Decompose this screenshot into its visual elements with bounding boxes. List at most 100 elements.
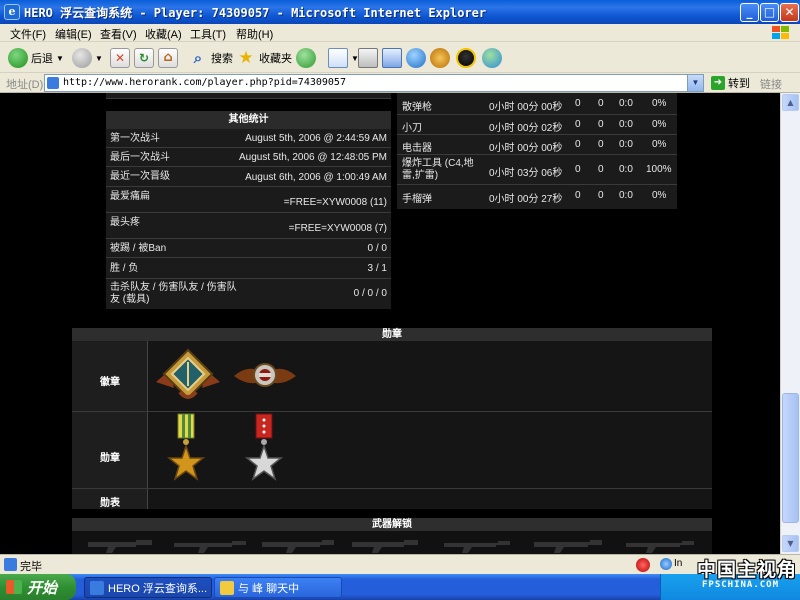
menu-view[interactable]: 查看(V) <box>100 26 137 42</box>
refresh-button[interactable]: ↻ <box>134 47 154 69</box>
internet-zone-icon <box>660 558 672 570</box>
medals-title: 勋章 <box>72 328 712 341</box>
stats-row: 最头疼 =FREE=XYW0008 (7) <box>106 213 391 239</box>
stats-row: 胜 / 负 3 / 1 <box>106 258 391 279</box>
window-title: HERO 浮云查询系统 - Player: 74309057 - Microso… <box>24 6 487 20</box>
taskbar-item-ie[interactable]: HERO 浮云查询系... <box>84 577 212 598</box>
badges-label: 徽章 <box>100 377 120 388</box>
edit-button[interactable] <box>382 47 402 69</box>
home-button[interactable]: ⌂ <box>158 47 178 69</box>
gold-star-medal-icon <box>166 413 206 481</box>
other-stats-title: 其他统计 <box>106 111 391 129</box>
stats-row: 被踢 / 被Ban 0 / 0 <box>106 239 391 258</box>
home-icon: ⌂ <box>158 48 178 68</box>
table-row: 手榴弹 0小时 00分 27秒 0 0 0:0 0% <box>402 190 667 205</box>
print-button[interactable] <box>358 47 378 69</box>
title-bar[interactable]: e HERO 浮云查询系统 - Player: 74309057 - Micro… <box>0 0 800 24</box>
print-icon <box>358 48 378 68</box>
mail-button[interactable]: ▼ <box>328 47 359 69</box>
media-button[interactable] <box>430 47 450 69</box>
weapon-silhouette-icon <box>534 540 602 553</box>
history-button[interactable] <box>296 47 316 69</box>
start-button[interactable]: 开始 <box>0 574 76 600</box>
ie-window: e HERO 浮云查询系统 - Player: 74309057 - Micro… <box>0 0 800 574</box>
badge-wreath-icon <box>234 363 296 387</box>
menu-bar: 文件(F) 编辑(E) 查看(V) 收藏(A) 工具(T) 帮助(H) <box>0 24 800 42</box>
weapon-unlock-section: 武器解锁 <box>72 518 712 554</box>
address-input[interactable]: http://www.herorank.com/player.php?pid=7… <box>44 74 704 92</box>
weapons-table: 散弹枪 0小时 00分 00秒 0 0 0:0 0% 小刀 0小时 00分 02… <box>397 93 677 209</box>
ie-icon <box>90 580 104 595</box>
scroll-up-icon[interactable]: ▲ <box>782 94 799 111</box>
previous-table-fragment <box>106 93 391 99</box>
close-button[interactable]: ✕ <box>780 3 799 22</box>
stats-row: 最爱痛扁 =FREE=XYW0008 (11) <box>106 187 391 213</box>
globe-button[interactable] <box>406 47 426 69</box>
badge-shield-icon <box>156 348 220 400</box>
weapon-silhouette-icon <box>262 540 334 553</box>
ie-icon: e <box>4 4 20 20</box>
weapon-silhouette-icon <box>88 540 152 553</box>
other-stats-panel: 其他统计 第一次战斗 August 5th, 2006 @ 2:44:59 AM… <box>106 111 391 309</box>
table-row: 小刀 0小时 00分 02秒 0 0 0:0 0% <box>397 115 677 135</box>
star-icon: ★ <box>238 48 254 68</box>
menu-file[interactable]: 文件(F) <box>10 26 46 42</box>
medals-label: 勋章 <box>100 453 120 464</box>
menu-edit[interactable]: 编辑(E) <box>55 26 92 42</box>
windows-logo-icon <box>772 26 789 39</box>
taskbar-item-chat[interactable]: 与 峰 聊天中 <box>214 577 342 598</box>
maximize-button[interactable]: □ <box>760 3 779 22</box>
stats-row: 最后一次战斗 August 5th, 2006 @ 12:48:05 PM <box>106 148 391 167</box>
menu-help[interactable]: 帮助(H) <box>236 26 273 42</box>
back-button[interactable]: 后退 ▼ <box>8 47 64 69</box>
table-row: 爆炸工具 (C4,地雷,扩雷) 0小时 03分 06秒 0 0 0:0 100% <box>397 155 677 185</box>
links-button[interactable]: 链接 <box>760 76 782 92</box>
address-bar: 地址(D) http://www.herorank.com/player.php… <box>0 73 800 93</box>
search-icon: ⌕ <box>193 49 203 67</box>
divider <box>72 488 712 489</box>
stats-row: 第一次战斗 August 5th, 2006 @ 2:44:59 AM <box>106 129 391 148</box>
windows-flag-icon <box>6 580 22 594</box>
table-row: 散弹枪 0小时 00分 00秒 0 0 0:0 0% <box>397 93 677 115</box>
menu-tools[interactable]: 工具(T) <box>190 26 226 42</box>
scrollbar-thumb[interactable] <box>782 393 799 523</box>
forward-arrow-icon <box>72 48 92 68</box>
status-bar: 完毕 In <box>0 554 800 574</box>
weapon-silhouette-icon <box>174 541 246 553</box>
zone-text: In <box>674 558 683 569</box>
go-button[interactable]: ➜ 转到 <box>711 75 750 91</box>
chat-icon <box>220 580 234 595</box>
medals-label-column <box>72 341 148 509</box>
stop-icon: ✕ <box>110 48 130 68</box>
messenger-icon <box>482 48 502 68</box>
medals-section: 勋章 徽章 勋章 勋表 <box>72 328 712 509</box>
chevron-down-icon[interactable]: ▼ <box>687 75 703 91</box>
favorites-button[interactable]: ★ 收藏夹 <box>236 47 292 69</box>
weapon-unlock-title: 武器解锁 <box>72 518 712 531</box>
page-content: 其他统计 第一次战斗 August 5th, 2006 @ 2:44:59 AM… <box>0 93 780 554</box>
stop-button[interactable]: ✕ <box>110 47 130 69</box>
globe-icon <box>406 48 426 68</box>
vertical-scrollbar[interactable]: ▲ ▼ <box>780 93 800 554</box>
taskbar: 开始 HERO 浮云查询系... 与 峰 聊天中 <box>0 574 800 600</box>
minimize-button[interactable]: _ <box>740 3 759 22</box>
chevron-down-icon[interactable]: ▼ <box>56 54 64 63</box>
weapon-silhouette-icon <box>352 540 418 553</box>
forward-button[interactable]: ▼ <box>72 47 103 69</box>
menu-favorites[interactable]: 收藏(A) <box>145 26 182 42</box>
watermark-url: FPSCHINA.COM <box>702 580 780 590</box>
history-icon <box>296 48 316 68</box>
qq-button[interactable] <box>456 47 476 69</box>
scroll-down-icon[interactable]: ▼ <box>782 535 799 552</box>
edit-page-icon <box>382 48 402 68</box>
messenger-button[interactable] <box>482 47 502 69</box>
chevron-down-icon[interactable]: ▼ <box>95 54 103 63</box>
toolbar: 后退 ▼ ▼ ✕ ↻ ⌂ ⌕ 搜索 ★ 收藏夹 ▼ <box>0 43 800 73</box>
status-text: 完毕 <box>20 561 42 573</box>
popup-blocker-icon[interactable] <box>636 558 650 572</box>
search-button[interactable]: ⌕ 搜索 <box>188 47 233 69</box>
weapon-silhouette-icon <box>444 541 510 553</box>
watermark-logo: 中国主视角 <box>697 559 798 581</box>
address-url[interactable]: http://www.herorank.com/player.php?pid=7… <box>63 77 346 88</box>
headphones-icon <box>430 48 450 68</box>
